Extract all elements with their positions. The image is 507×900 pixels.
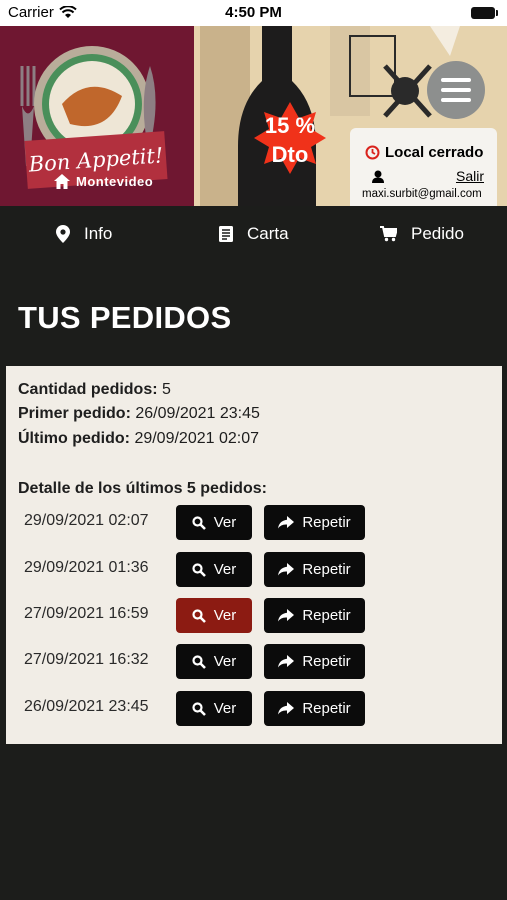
user-row: Salir (372, 168, 484, 184)
status-bar: Carrier 4:50 PM (0, 0, 507, 26)
search-icon (192, 562, 206, 577)
cart-icon (380, 226, 397, 242)
view-label: Ver (213, 561, 237, 578)
view-label: Ver (213, 700, 237, 717)
clock-icon (365, 145, 380, 160)
status-time: 4:50 PM (225, 4, 282, 21)
view-order-button[interactable]: Ver (176, 691, 252, 726)
user-email: maxi.surbit@gmail.com (362, 188, 482, 200)
share-arrow-icon (278, 609, 295, 622)
nav-label: Carta (247, 224, 289, 243)
view-order-button[interactable]: Ver (176, 644, 252, 679)
repeat-label: Repetir (302, 514, 351, 531)
menu-bar-icon (441, 78, 471, 82)
city-label: Montevideo (76, 174, 154, 189)
nav-label: Pedido (411, 224, 464, 243)
search-icon (192, 654, 206, 669)
order-row: 29/09/2021 02:07 Ver Repetir (18, 505, 378, 541)
repeat-label: Repetir (302, 607, 351, 624)
first-order-value: 26/09/2021 23:45 (135, 405, 260, 422)
repeat-order-button[interactable]: Repetir (264, 552, 365, 587)
menu-bar-icon (441, 98, 471, 102)
local-status: Local cerrado (365, 144, 483, 161)
orders-count-value: 5 (162, 381, 171, 398)
order-date: 26/09/2021 23:45 (24, 698, 149, 715)
discount-label: Dto (271, 141, 309, 167)
order-row: 26/09/2021 23:45 Ver Repetir (18, 691, 378, 727)
share-arrow-icon (278, 655, 295, 668)
order-date: 27/09/2021 16:59 (24, 605, 149, 622)
brand-location: Montevideo (54, 174, 153, 189)
first-order-label: Primer pedido: (18, 405, 131, 422)
last-order-label: Último pedido: (18, 430, 130, 447)
search-icon (192, 701, 206, 716)
nav-item-pedido[interactable]: Pedido (380, 224, 464, 244)
view-label: Ver (213, 607, 237, 624)
order-date: 29/09/2021 01:36 (24, 559, 149, 576)
menu-bar-icon (441, 88, 471, 92)
order-row: 27/09/2021 16:32 Ver Repetir (18, 644, 378, 680)
nav-item-info[interactable]: Info (56, 224, 112, 244)
search-icon (192, 608, 206, 623)
last-order-value: 29/09/2021 02:07 (134, 430, 259, 447)
repeat-order-button[interactable]: Repetir (264, 505, 365, 540)
nav-label: Info (84, 224, 113, 243)
repeat-order-button[interactable]: Repetir (264, 644, 365, 679)
order-date: 27/09/2021 16:32 (24, 651, 149, 668)
repeat-order-button[interactable]: Repetir (264, 691, 365, 726)
main-nav: Info Carta Pedido (0, 206, 507, 264)
account-card: Local cerrado Salir maxi.surbit@gmail.co… (350, 128, 497, 206)
view-label: Ver (213, 653, 237, 670)
view-label: Ver (213, 514, 237, 531)
view-order-button[interactable]: Ver (176, 505, 252, 540)
page-title: TUS PEDIDOS (18, 300, 232, 335)
order-row: 27/09/2021 16:59 Ver Repetir (18, 598, 378, 634)
repeat-label: Repetir (302, 700, 351, 717)
repeat-order-button[interactable]: Repetir (264, 598, 365, 633)
hamburger-menu-button[interactable] (427, 61, 485, 119)
order-row: 29/09/2021 01:36 Ver Repetir (18, 552, 378, 588)
orders-detail-title: Detalle de los últimos 5 pedidos: (18, 480, 267, 497)
restaurant-banner: Bon Appetit! Montevideo 15 % Dto Local c… (0, 26, 507, 206)
orders-panel: Cantidad pedidos: 5 Primer pedido: 26/09… (6, 366, 502, 744)
discount-badge: 15 % Dto (240, 112, 340, 169)
orders-count: Cantidad pedidos: 5 (18, 381, 171, 399)
logout-link[interactable]: Salir (456, 168, 484, 184)
share-arrow-icon (278, 702, 295, 715)
discount-percent: 15 % (264, 113, 316, 138)
nav-item-carta[interactable]: Carta (219, 224, 289, 244)
repeat-label: Repetir (302, 561, 351, 578)
user-icon (372, 170, 384, 183)
orders-count-label: Cantidad pedidos: (18, 381, 158, 398)
share-arrow-icon (278, 516, 295, 529)
order-date: 29/09/2021 02:07 (24, 512, 149, 529)
repeat-label: Repetir (302, 653, 351, 670)
home-icon (54, 174, 70, 189)
menu-list-icon (219, 226, 233, 242)
share-arrow-icon (278, 563, 295, 576)
view-order-button[interactable]: Ver (176, 598, 252, 633)
view-order-button[interactable]: Ver (176, 552, 252, 587)
map-pin-icon (56, 225, 70, 243)
local-status-label: Local cerrado (385, 144, 484, 161)
last-order: Último pedido: 29/09/2021 02:07 (18, 430, 259, 448)
first-order: Primer pedido: 26/09/2021 23:45 (18, 405, 260, 423)
search-icon (192, 515, 206, 530)
battery-icon (471, 7, 498, 19)
